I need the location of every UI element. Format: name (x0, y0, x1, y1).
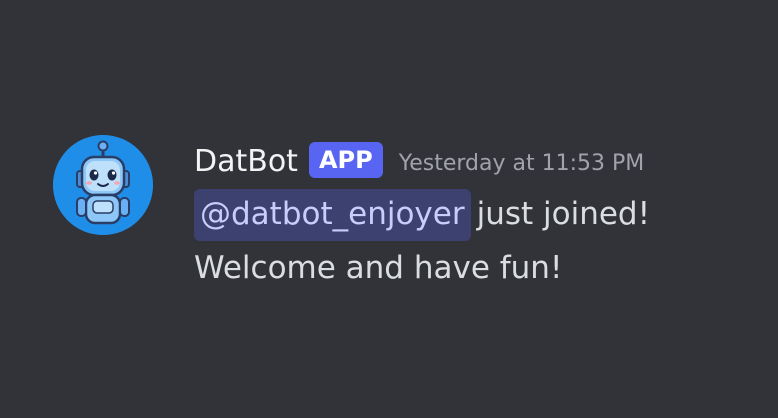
message-header: DatBot APP Yesterday at 11:53 PM (194, 139, 644, 183)
author-name[interactable]: DatBot (194, 144, 298, 179)
message-text-line2: Welcome and have fun! (194, 250, 563, 286)
chat-message: DatBot APP Yesterday at 11:53 PM @datbot… (0, 0, 778, 418)
message-content: @datbot_enjoyer just joined! Welcome and … (194, 187, 650, 295)
message-timestamp[interactable]: Yesterday at 11:53 PM (399, 151, 645, 176)
user-mention[interactable]: @datbot_enjoyer (194, 189, 471, 241)
robot-avatar-icon (53, 135, 153, 235)
avatar[interactable] (53, 135, 153, 235)
chat-area: DatBot APP Yesterday at 11:53 PM @datbot… (0, 0, 778, 418)
message-text-line1: just joined! (476, 196, 651, 232)
app-badge: APP (308, 142, 383, 178)
